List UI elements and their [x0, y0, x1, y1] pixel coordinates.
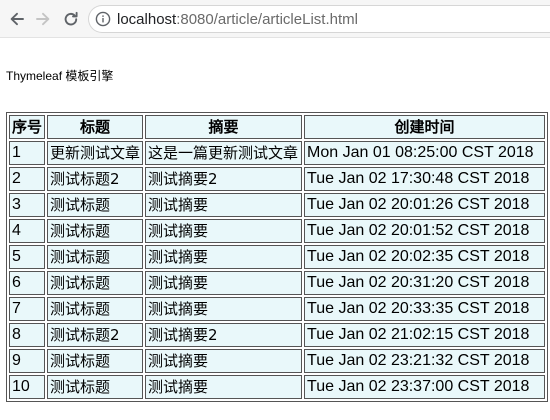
- cell-created-time: Tue Jan 02 20:33:35 CST 2018: [304, 297, 545, 321]
- cell-id: 3: [9, 193, 46, 217]
- table-header-row: 序号 标题 摘要 创建时间: [9, 115, 545, 139]
- reload-icon[interactable]: [59, 7, 83, 31]
- table-row: 7 测试标题 测试摘要 Tue Jan 02 20:33:35 CST 2018: [9, 297, 545, 321]
- cell-summary: 这是一篇更新测试文章: [145, 141, 303, 165]
- cell-summary: 测试摘要: [145, 375, 303, 399]
- cell-id: 8: [9, 323, 46, 347]
- table-row: 6 测试标题 测试摘要 Tue Jan 02 20:31:20 CST 2018: [9, 271, 545, 295]
- cell-created-time: Tue Jan 02 23:37:00 CST 2018: [304, 375, 545, 399]
- header-id: 序号: [9, 115, 46, 139]
- cell-title: 测试标题: [47, 193, 144, 217]
- cell-title: 测试标题: [47, 375, 144, 399]
- cell-summary: 测试摘要: [145, 245, 303, 269]
- cell-title: 测试标题2: [47, 167, 144, 191]
- cell-id: 2: [9, 167, 46, 191]
- cell-summary: 测试摘要: [145, 349, 303, 373]
- cell-title: 测试标题: [47, 245, 144, 269]
- cell-created-time: Tue Jan 02 17:30:48 CST 2018: [304, 167, 545, 191]
- cell-created-time: Tue Jan 02 20:01:26 CST 2018: [304, 193, 545, 217]
- header-created-time: 创建时间: [304, 115, 545, 139]
- cell-summary: 测试摘要2: [145, 167, 303, 191]
- info-icon[interactable]: [95, 11, 111, 27]
- cell-title: 测试标题: [47, 297, 144, 321]
- table-row: 3 测试标题 测试摘要 Tue Jan 02 20:01:26 CST 2018: [9, 193, 545, 217]
- url-host: localhost: [117, 10, 177, 28]
- url-text[interactable]: localhost:8080/article/articleList.html: [117, 11, 358, 28]
- cell-created-time: Tue Jan 02 20:01:52 CST 2018: [304, 219, 545, 243]
- cell-title: 测试标题2: [47, 323, 144, 347]
- cell-id: 9: [9, 349, 46, 373]
- cell-summary: 测试摘要2: [145, 323, 303, 347]
- cell-created-time: Tue Jan 02 20:31:20 CST 2018: [304, 271, 545, 295]
- cell-created-time: Tue Jan 02 21:02:15 CST 2018: [304, 323, 545, 347]
- cell-id: 6: [9, 271, 46, 295]
- table-row: 4 测试标题 测试摘要 Tue Jan 02 20:01:52 CST 2018: [9, 219, 545, 243]
- cell-title: 测试标题: [47, 219, 144, 243]
- cell-title: 测试标题: [47, 349, 144, 373]
- article-table: 序号 标题 摘要 创建时间 1 更新测试文章 这是一篇更新测试文章 Mon Ja…: [6, 112, 548, 402]
- cell-summary: 测试摘要: [145, 193, 303, 217]
- table-row: 5 测试标题 测试摘要 Tue Jan 02 20:02:35 CST 2018: [9, 245, 545, 269]
- cell-id: 5: [9, 245, 46, 269]
- url-path: :8080/article/articleList.html: [176, 10, 358, 28]
- table-row: 2 测试标题2 测试摘要2 Tue Jan 02 17:30:48 CST 20…: [9, 167, 545, 191]
- cell-summary: 测试摘要: [145, 219, 303, 243]
- cell-summary: 测试摘要: [145, 297, 303, 321]
- cell-summary: 测试摘要: [145, 271, 303, 295]
- cell-id: 4: [9, 219, 46, 243]
- back-arrow-icon[interactable]: [5, 7, 29, 31]
- cell-created-time: Tue Jan 02 23:21:32 CST 2018: [304, 349, 545, 373]
- cell-created-time: Tue Jan 02 20:02:35 CST 2018: [304, 245, 545, 269]
- table-row: 8 测试标题2 测试摘要2 Tue Jan 02 21:02:15 CST 20…: [9, 323, 545, 347]
- table-row: 10 测试标题 测试摘要 Tue Jan 02 23:37:00 CST 201…: [9, 375, 545, 399]
- address-bar[interactable]: localhost:8080/article/articleList.html: [88, 5, 550, 33]
- page-heading: Thymeleaf 模板引擎: [6, 69, 114, 83]
- header-summary: 摘要: [145, 115, 303, 139]
- browser-toolbar: localhost:8080/article/articleList.html: [0, 0, 550, 38]
- cell-id: 7: [9, 297, 46, 321]
- cell-title: 测试标题: [47, 271, 144, 295]
- header-title: 标题: [47, 115, 144, 139]
- cell-created-time: Mon Jan 01 08:25:00 CST 2018: [304, 141, 545, 165]
- cell-id: 1: [9, 141, 46, 165]
- cell-title: 更新测试文章: [47, 141, 144, 165]
- cell-id: 10: [9, 375, 46, 399]
- forward-arrow-icon[interactable]: [31, 7, 55, 31]
- table-row: 9 测试标题 测试摘要 Tue Jan 02 23:21:32 CST 2018: [9, 349, 545, 373]
- table-row: 1 更新测试文章 这是一篇更新测试文章 Mon Jan 01 08:25:00 …: [9, 141, 545, 165]
